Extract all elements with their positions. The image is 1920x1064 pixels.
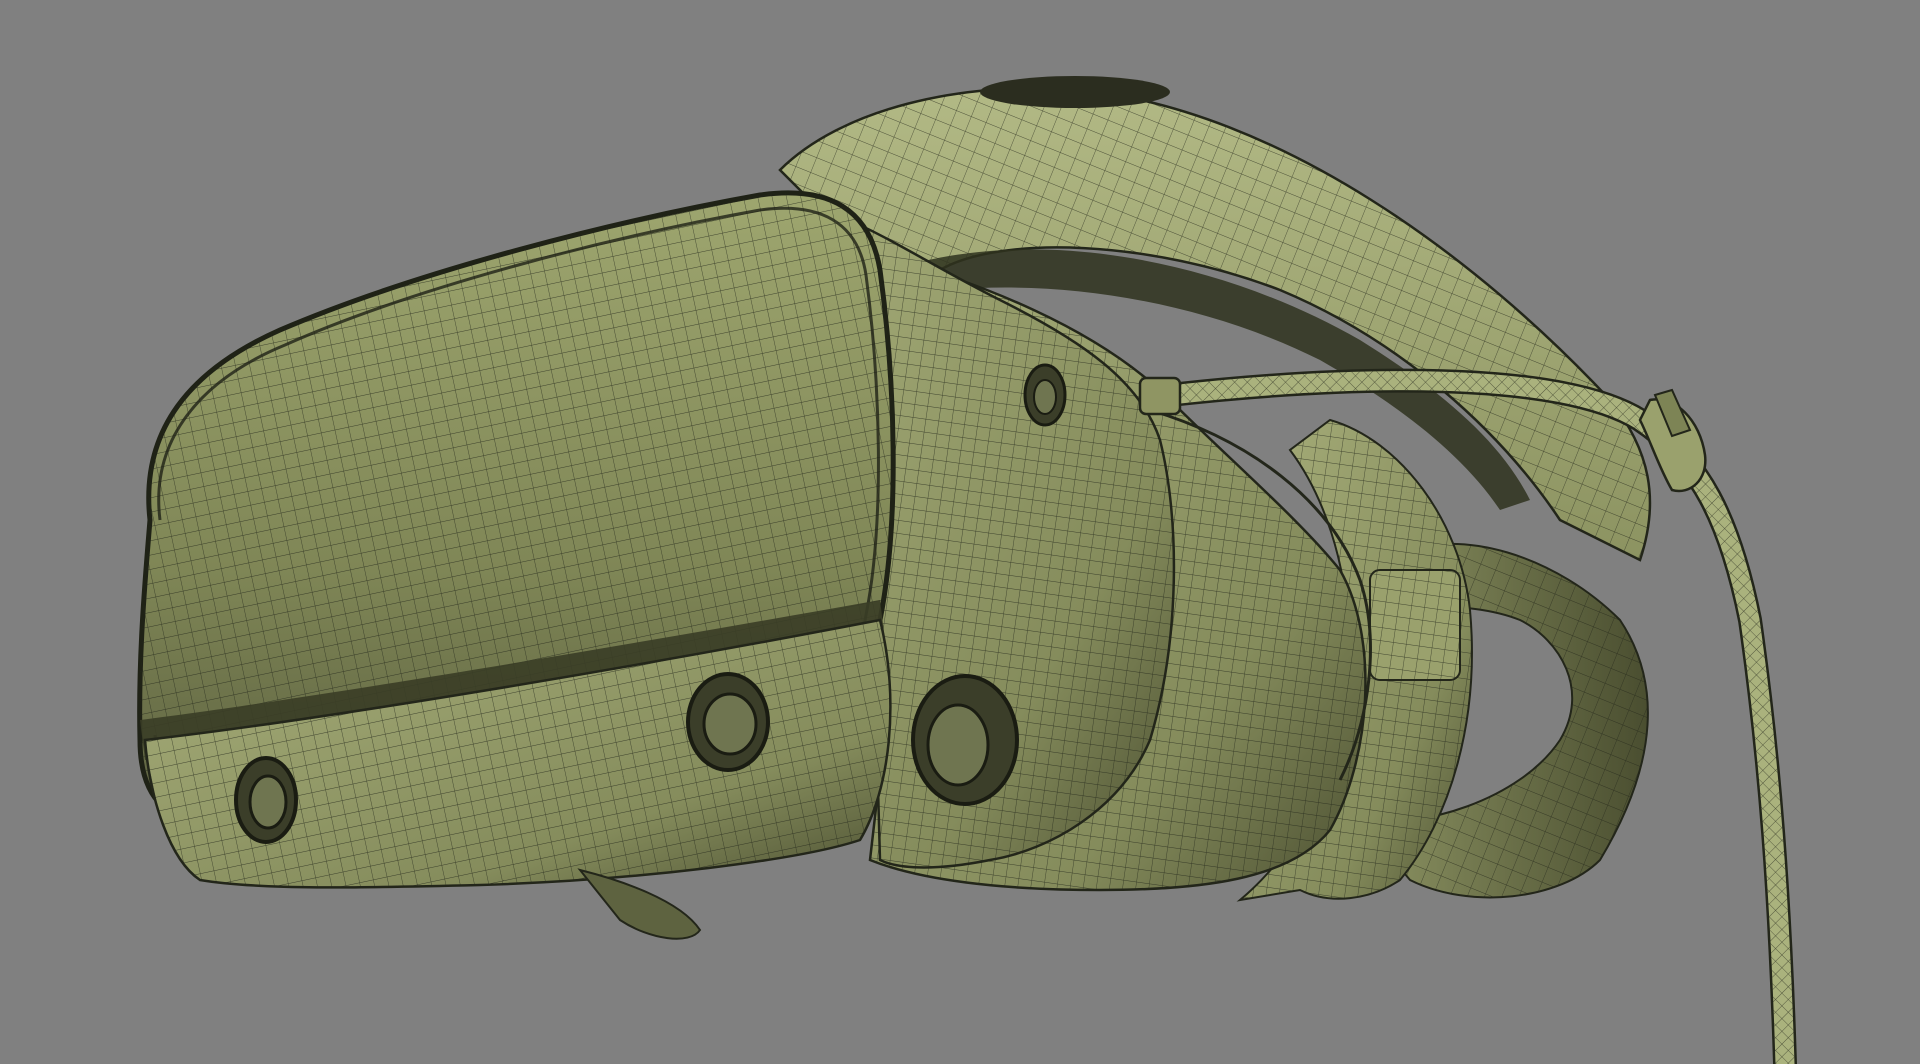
camera-front-left <box>234 756 298 844</box>
camera-side-lower <box>911 674 1019 806</box>
headset-render <box>137 76 1797 1064</box>
render-viewport <box>0 0 1920 1064</box>
camera-front-right <box>686 672 770 772</box>
camera-side-upper <box>1023 363 1067 427</box>
